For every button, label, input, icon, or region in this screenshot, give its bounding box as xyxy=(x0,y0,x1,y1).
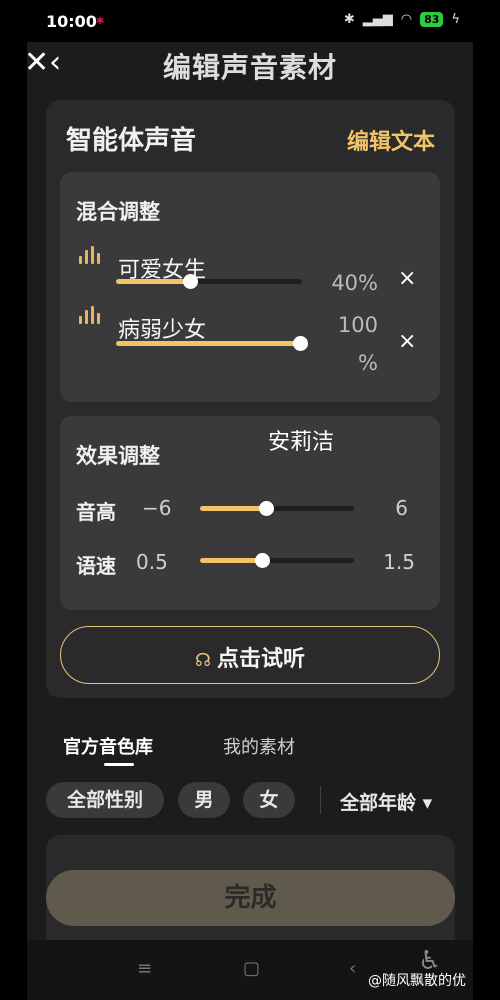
voice-slider-1-fill xyxy=(116,279,191,284)
listen-button-label: 点击试听 xyxy=(216,647,305,672)
wifi-icon: ◠ xyxy=(400,12,413,27)
voice-slider-1[interactable] xyxy=(116,274,302,289)
voice-slider-2-fill xyxy=(116,341,300,346)
filter-all-genders[interactable]: 全部性别 xyxy=(46,782,164,818)
speed-label: 语速 xyxy=(76,554,116,578)
speed-slider-fill xyxy=(200,558,262,563)
charging-icon: ϟ xyxy=(451,12,460,27)
done-button[interactable]: 完成 xyxy=(46,870,455,926)
voice-percent-1: 40% xyxy=(331,271,378,295)
sound-wave-icon xyxy=(78,304,100,326)
filter-male[interactable]: 男 xyxy=(178,782,230,818)
mix-panel: 混合调整 可爱女生 40% × 病弱少女 100 % × xyxy=(60,172,440,402)
edit-text-button[interactable]: 编辑文本 xyxy=(347,124,435,156)
effects-panel: 效果调整 音高 −6 6 语速 0.5 1.5 xyxy=(60,416,440,610)
filter-divider xyxy=(320,786,321,814)
listen-button-content: ☊ 点击试听 xyxy=(61,641,439,673)
pitch-slider[interactable] xyxy=(200,501,354,516)
menu-icon[interactable]: ≡ xyxy=(137,958,152,979)
pitch-label: 音高 xyxy=(76,500,116,524)
signal-icon: ▂▄▆ xyxy=(362,12,393,27)
pitch-slider-thumb[interactable] xyxy=(259,501,275,516)
page-title: 编辑声音素材 xyxy=(162,51,337,84)
watermark-text: @随风飘散的优 xyxy=(368,973,466,989)
status-icons: ✱ ▂▄▆ ◠ 83 ϟ xyxy=(344,12,460,27)
agent-voice-title: 智能体声音 xyxy=(66,126,197,156)
phone-frame: 10:00 ✱ ✱ ▂▄▆ ◠ 83 ϟ 编辑声音素材 ✕‹ 智能体声音 编辑文… xyxy=(0,0,500,1000)
speed-min: 0.5 xyxy=(136,550,168,574)
voice-name-2: 病弱少女 xyxy=(118,318,207,343)
page-header: 编辑声音素材 ✕‹ xyxy=(0,42,500,92)
pitch-min: −6 xyxy=(142,496,172,520)
voice-slider-2-thumb[interactable] xyxy=(293,336,308,351)
remove-voice-2-button[interactable]: × xyxy=(398,329,416,354)
pitch-max: 6 xyxy=(395,496,408,520)
battery-icon: 83 xyxy=(420,12,444,27)
speed-max: 1.5 xyxy=(383,550,415,574)
active-tab-indicator xyxy=(104,763,134,766)
overlay-voice-name: 安莉洁 xyxy=(268,430,335,455)
agent-voice-card: 智能体声音 编辑文本 混合调整 可爱女生 40% × 病弱少女 100 % × … xyxy=(46,100,455,698)
sound-wave-icon xyxy=(78,244,100,266)
bluetooth-icon: ✱ xyxy=(343,12,355,27)
voice-slider-2[interactable] xyxy=(116,336,308,351)
speed-slider[interactable] xyxy=(200,553,354,568)
close-back-button[interactable]: ✕‹ xyxy=(24,46,61,80)
home-icon[interactable]: ▢ xyxy=(243,958,260,979)
back-icon[interactable]: ‹ xyxy=(349,958,356,979)
voice-slider-1-thumb[interactable] xyxy=(183,274,199,289)
voice-percent-2: 100 % xyxy=(337,313,378,375)
filter-all-ages-dropdown[interactable]: 全部年龄 ▾ xyxy=(340,788,432,815)
headphones-icon: ☊ xyxy=(194,650,211,671)
status-bar: 10:00 ✱ ✱ ▂▄▆ ◠ 83 ϟ xyxy=(0,0,500,42)
tab-official-library[interactable]: 官方音色库 xyxy=(63,733,153,759)
notification-icon: ✱ xyxy=(96,16,105,27)
listen-button[interactable]: ☊ 点击试听 xyxy=(60,626,440,684)
mix-panel-title: 混合调整 xyxy=(76,200,160,224)
tab-my-materials[interactable]: 我的素材 xyxy=(223,733,295,759)
filter-female[interactable]: 女 xyxy=(243,782,295,818)
status-time: 10:00 xyxy=(46,12,97,31)
effects-panel-title: 效果调整 xyxy=(76,444,160,468)
pitch-slider-fill xyxy=(200,506,267,511)
remove-voice-1-button[interactable]: × xyxy=(398,266,416,291)
speed-slider-thumb[interactable] xyxy=(254,553,270,568)
